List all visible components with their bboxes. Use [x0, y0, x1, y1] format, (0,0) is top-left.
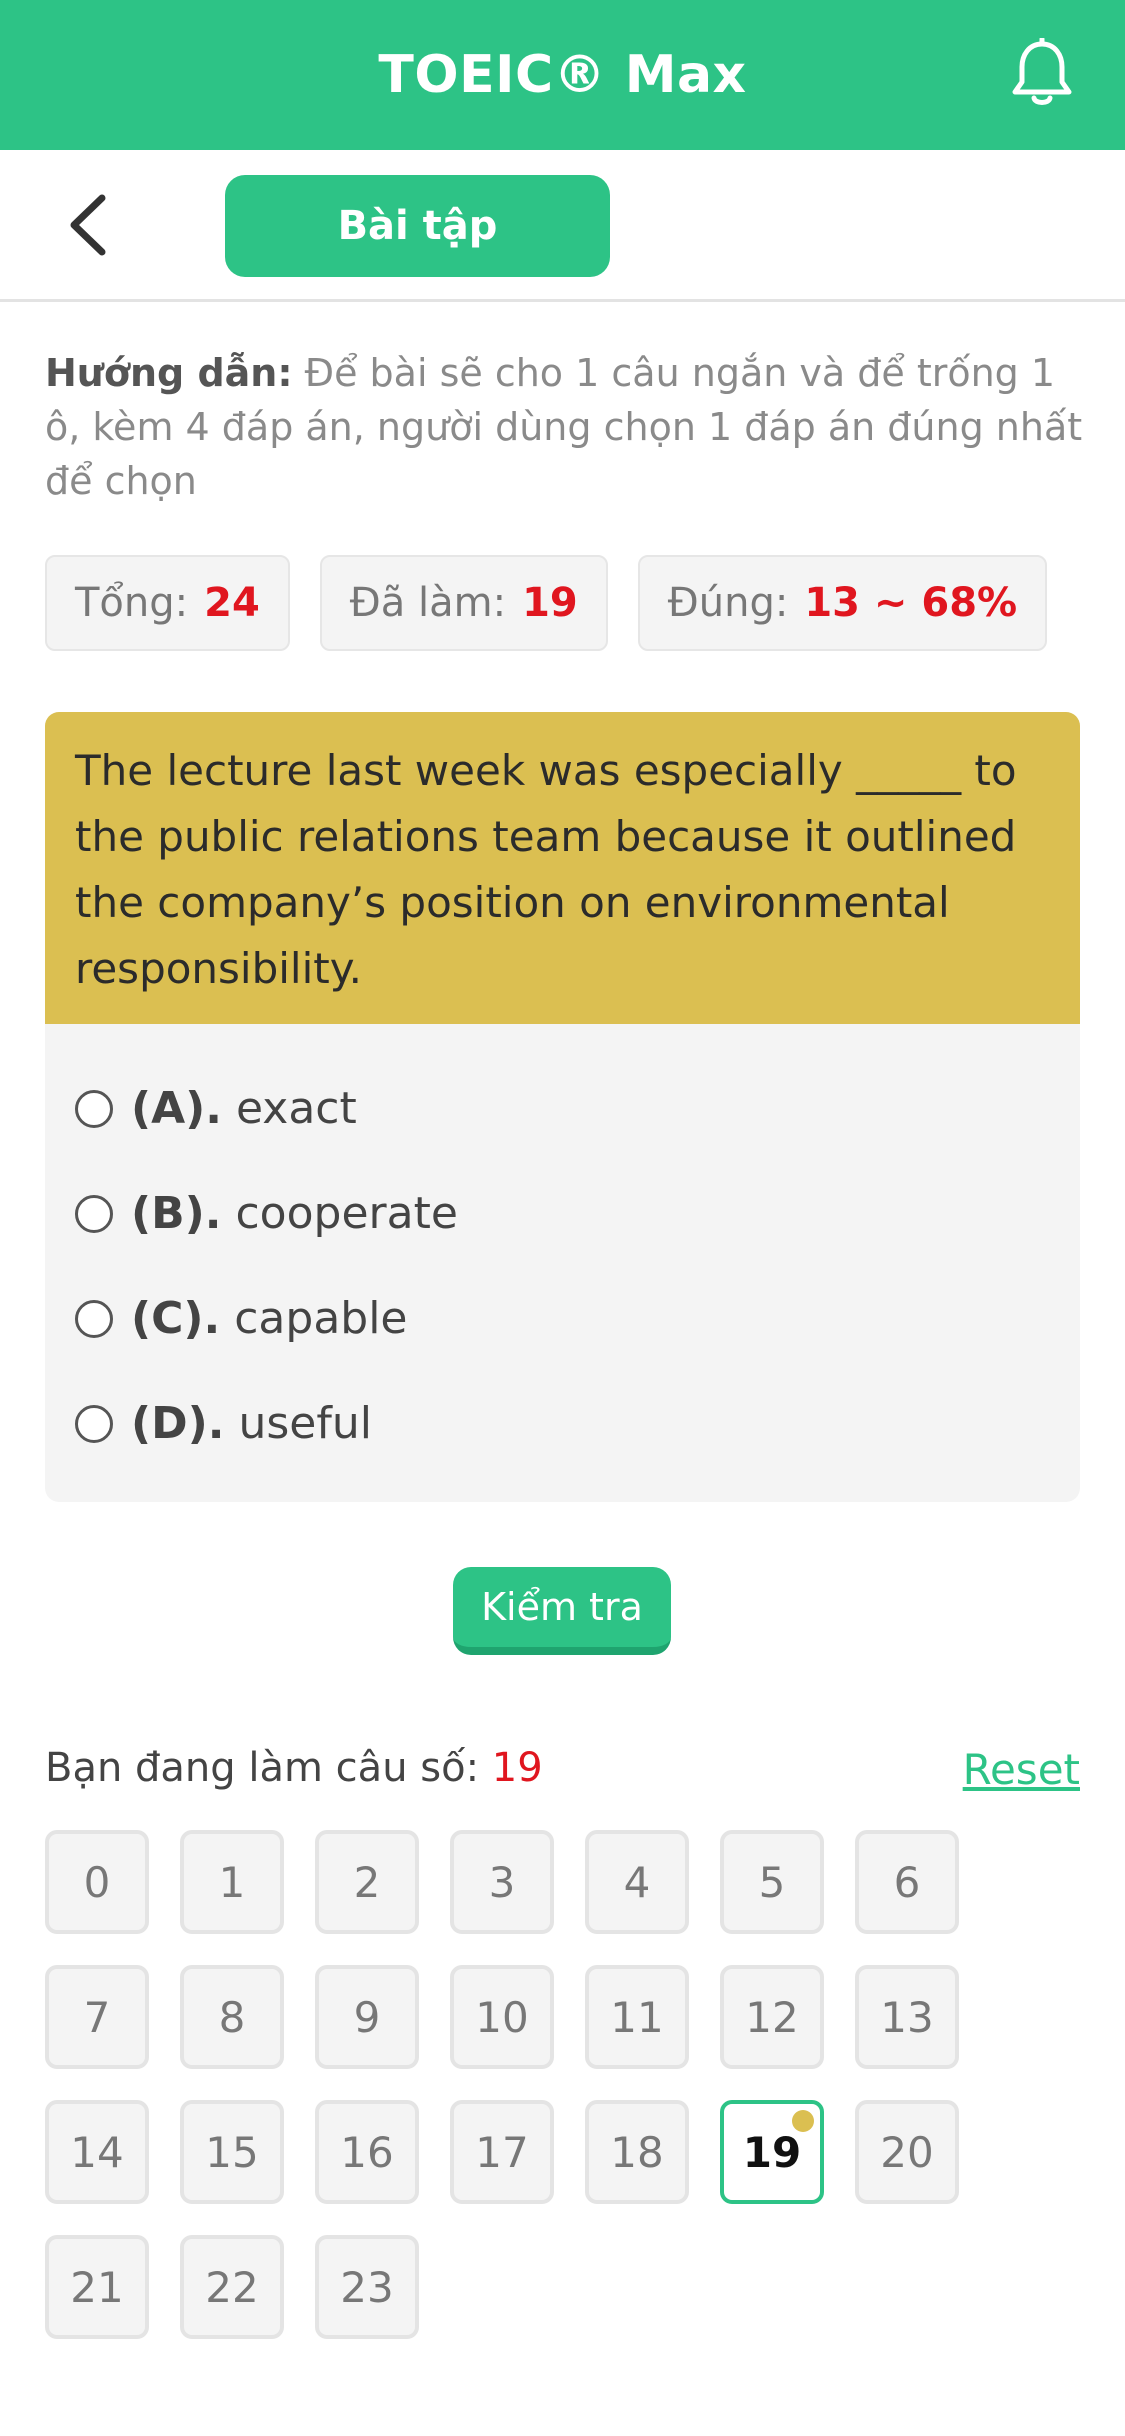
question-number-button[interactable]: 20	[855, 2100, 959, 2204]
stats-bar: Tổng: 24 Đã làm: 19 Đúng: 13 ~ 68%	[45, 555, 1048, 651]
stat-done: Đã làm: 19	[319, 555, 608, 651]
question-number-button[interactable]: 17	[450, 2100, 554, 2204]
question-number-button[interactable]: 6	[855, 1830, 959, 1934]
question-number: 7	[83, 1992, 111, 2042]
progress-label: Bạn đang làm câu số:	[45, 1745, 480, 1791]
question-number: 5	[758, 1857, 786, 1907]
question-number: 11	[610, 1992, 664, 2042]
option-text: exact	[236, 1083, 357, 1134]
question-number: 20	[880, 2127, 934, 2177]
tab-bai-tap[interactable]: Bài tập	[225, 175, 610, 277]
question-number: 10	[475, 1992, 529, 2042]
option-text: useful	[238, 1398, 372, 1449]
question-number: 15	[205, 2127, 259, 2177]
question-number-button[interactable]: 23	[315, 2235, 419, 2339]
option-label: (B).	[131, 1188, 222, 1239]
question-number: 13	[880, 1992, 934, 2042]
question-number-button[interactable]: 3	[450, 1830, 554, 1934]
option-text: cooperate	[235, 1188, 458, 1239]
question-number-button[interactable]: 2	[315, 1830, 419, 1934]
stat-done-value: 19	[522, 580, 578, 626]
option-c[interactable]: (C). capable	[45, 1266, 1080, 1371]
question-number: 0	[83, 1857, 111, 1907]
question-number: 14	[70, 2127, 124, 2177]
options-list: (A). exact (B). cooperate (C). capable (…	[45, 1024, 1080, 1476]
question-number-button[interactable]: 12	[720, 1965, 824, 2069]
app-title: TOEIC® Max	[378, 45, 747, 105]
question-number-button[interactable]: 11	[585, 1965, 689, 2069]
question-number-button[interactable]: 13	[855, 1965, 959, 2069]
question-number-button[interactable]: 1	[180, 1830, 284, 1934]
option-text: capable	[234, 1293, 408, 1344]
bell-icon[interactable]	[1009, 38, 1075, 110]
stat-correct: Đúng: 13 ~ 68%	[637, 555, 1048, 651]
question-number-button[interactable]: 9	[315, 1965, 419, 2069]
question-number: 2	[353, 1857, 381, 1907]
stat-total: Tổng: 24	[45, 555, 290, 651]
chevron-left-icon[interactable]	[60, 190, 120, 260]
progress-current: 19	[491, 1745, 543, 1791]
question-number-grid: 0 1 2 3 4 5 6 7 8 9 10 11 12 13 14 15 16 17 18 19 20 21 22 23	[45, 1830, 1080, 2339]
nav-bar: Bài tập	[0, 150, 1125, 302]
question-number: 4	[623, 1857, 651, 1907]
option-label: (A).	[131, 1083, 222, 1134]
stat-correct-value: 13 ~ 68%	[804, 580, 1018, 626]
instruction-label: Hướng dẫn:	[45, 351, 293, 395]
stat-done-label: Đã làm:	[349, 580, 507, 626]
question-number: 23	[340, 2262, 394, 2312]
question-number-button[interactable]: 4	[585, 1830, 689, 1934]
question-number-button[interactable]: 21	[45, 2235, 149, 2339]
current-indicator-dot	[792, 2110, 814, 2132]
question-number: 19	[742, 2127, 802, 2177]
question-number: 3	[488, 1857, 516, 1907]
question-number: 8	[218, 1992, 246, 2042]
check-button[interactable]: Kiểm tra	[453, 1567, 671, 1655]
reset-link[interactable]: Reset	[963, 1745, 1080, 1794]
question-number: 6	[893, 1857, 921, 1907]
question-text: The lecture last week was especially ___…	[45, 712, 1080, 1024]
question-number-button[interactable]: 8	[180, 1965, 284, 2069]
instruction: Hướng dẫn: Để bài sẽ cho 1 câu ngắn và đ…	[45, 346, 1085, 508]
question-number: 1	[218, 1857, 246, 1907]
question-number-button[interactable]: 15	[180, 2100, 284, 2204]
option-label: (C).	[131, 1293, 221, 1344]
option-b[interactable]: (B). cooperate	[45, 1161, 1080, 1266]
stat-total-label: Tổng:	[75, 580, 189, 626]
question-number-button[interactable]: 7	[45, 1965, 149, 2069]
stat-total-value: 24	[204, 580, 260, 626]
option-a[interactable]: (A). exact	[45, 1056, 1080, 1161]
app-header: TOEIC® Max	[0, 0, 1125, 150]
question-number: 9	[353, 1992, 381, 2042]
progress-status: Bạn đang làm câu số: 19	[45, 1745, 543, 1791]
question-number: 17	[475, 2127, 529, 2177]
option-label: (D).	[131, 1398, 225, 1449]
question-number-button[interactable]: 0	[45, 1830, 149, 1934]
question-number: 21	[70, 2262, 124, 2312]
question-number-button[interactable]: 14	[45, 2100, 149, 2204]
question-number: 22	[205, 2262, 259, 2312]
question-number: 16	[340, 2127, 394, 2177]
question-number-button[interactable]: 19	[720, 2100, 824, 2204]
question-number-button[interactable]: 10	[450, 1965, 554, 2069]
stat-correct-label: Đúng:	[667, 580, 789, 626]
question-number-button[interactable]: 5	[720, 1830, 824, 1934]
radio-button[interactable]	[75, 1404, 113, 1443]
radio-button[interactable]	[75, 1089, 113, 1128]
question-number: 12	[745, 1992, 799, 2042]
radio-button[interactable]	[75, 1299, 113, 1338]
question-number-button[interactable]: 18	[585, 2100, 689, 2204]
option-d[interactable]: (D). useful	[45, 1371, 1080, 1476]
question-number-button[interactable]: 22	[180, 2235, 284, 2339]
radio-button[interactable]	[75, 1194, 113, 1233]
question-number: 18	[610, 2127, 664, 2177]
question-number-button[interactable]: 16	[315, 2100, 419, 2204]
question-card: The lecture last week was especially ___…	[45, 712, 1080, 1502]
